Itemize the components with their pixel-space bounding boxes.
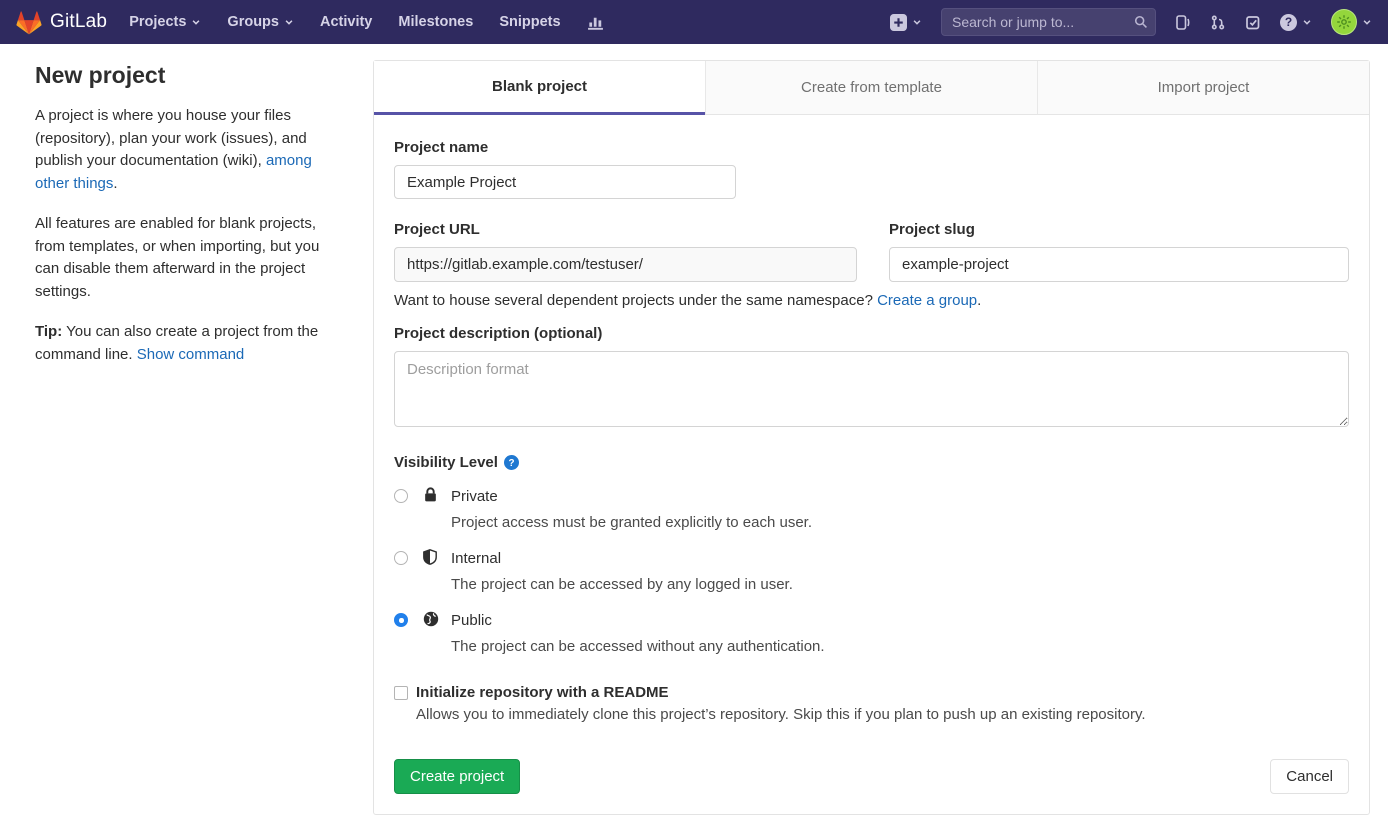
visibility-option-private: Private Project access must be granted e… [394, 486, 1349, 533]
project-description-label: Project description (optional) [394, 325, 1349, 342]
project-name-label: Project name [394, 139, 1349, 156]
private-radio[interactable] [394, 489, 408, 503]
tab-blank-project[interactable]: Blank project [374, 61, 705, 115]
nav-groups[interactable]: Groups [227, 14, 294, 30]
shield-icon [423, 549, 439, 565]
global-search [941, 8, 1156, 36]
tip-paragraph: Tip: You can also create a project from … [35, 321, 338, 366]
nav-activity[interactable]: Activity [320, 14, 372, 30]
show-command-link[interactable]: Show command [137, 346, 245, 363]
intro-paragraph-1: A project is where you house your files … [35, 105, 338, 195]
intro-paragraph-2: All features are enabled for blank proje… [35, 213, 338, 303]
private-option-name: Private [451, 486, 812, 507]
project-name-input[interactable] [394, 165, 736, 199]
plus-icon [890, 14, 907, 31]
chevron-down-icon [1362, 17, 1372, 27]
page-intro: New project A project is where you house… [35, 62, 338, 384]
tab-create-from-template[interactable]: Create from template [705, 61, 1037, 115]
new-menu-button[interactable] [890, 14, 922, 31]
tip-label: Tip: [35, 323, 62, 340]
tab-import-project[interactable]: Import project [1037, 61, 1369, 115]
user-menu-button[interactable] [1331, 9, 1372, 35]
brand-name: GitLab [50, 11, 107, 33]
chevron-down-icon [912, 17, 922, 27]
visibility-help-icon[interactable]: ? [504, 455, 519, 470]
chevron-down-icon [284, 17, 294, 27]
globe-icon [423, 611, 439, 627]
private-option-description: Project access must be granted explicitl… [451, 512, 812, 533]
page-title: New project [35, 62, 338, 89]
help-menu-button[interactable]: ? [1280, 14, 1312, 31]
public-radio[interactable] [394, 613, 408, 627]
visibility-option-public: Public The project can be accessed witho… [394, 610, 1349, 657]
readme-option: Initialize repository with a README Allo… [394, 684, 1349, 723]
chart-icon[interactable] [587, 14, 604, 31]
todos-icon[interactable] [1245, 14, 1261, 31]
create-a-group-link[interactable]: Create a group [877, 292, 977, 309]
merge-requests-icon[interactable] [1210, 14, 1226, 31]
internal-option-description: The project can be accessed by any logge… [451, 574, 793, 595]
create-project-button[interactable]: Create project [394, 759, 520, 794]
blank-project-form: Project name Project URL Project slug Wa… [374, 115, 1369, 814]
issues-icon[interactable] [1175, 14, 1191, 31]
nav-milestones[interactable]: Milestones [398, 14, 473, 30]
gitlab-tanuki-logo-icon [16, 10, 42, 35]
nav-snippets[interactable]: Snippets [499, 14, 560, 30]
search-icon [1134, 15, 1148, 34]
public-option-name: Public [451, 610, 825, 631]
project-type-tabs: Blank project Create from template Impor… [374, 61, 1369, 115]
gitlab-home-link[interactable]: GitLab [16, 10, 107, 35]
readme-description: Allows you to immediately clone this pro… [416, 706, 1146, 723]
readme-label: Initialize repository with a README [416, 684, 1146, 701]
internal-radio[interactable] [394, 551, 408, 565]
cancel-button[interactable]: Cancel [1270, 759, 1349, 794]
internal-option-name: Internal [451, 548, 793, 569]
search-input[interactable] [941, 8, 1156, 36]
visibility-option-internal: Internal The project can be accessed by … [394, 548, 1349, 595]
project-slug-input[interactable] [889, 247, 1349, 282]
nav-projects[interactable]: Projects [129, 14, 201, 30]
project-description-textarea[interactable] [394, 351, 1349, 427]
project-slug-label: Project slug [889, 221, 1349, 238]
top-navbar: GitLab Projects Groups Activity Mileston… [0, 0, 1388, 44]
avatar [1331, 9, 1357, 35]
svg-text:?: ? [508, 458, 514, 469]
lock-icon [423, 487, 439, 503]
readme-checkbox[interactable] [394, 686, 408, 700]
chevron-down-icon [191, 17, 201, 27]
public-option-description: The project can be accessed without any … [451, 636, 825, 657]
new-project-panel: Blank project Create from template Impor… [373, 60, 1370, 815]
project-url-label: Project URL [394, 221, 857, 238]
namespace-hint: Want to house several dependent projects… [394, 292, 1349, 309]
project-url-select[interactable] [394, 247, 857, 282]
visibility-level-label: Visibility Level ? [394, 454, 1349, 471]
chevron-down-icon [1302, 17, 1312, 27]
help-icon: ? [1280, 14, 1297, 31]
